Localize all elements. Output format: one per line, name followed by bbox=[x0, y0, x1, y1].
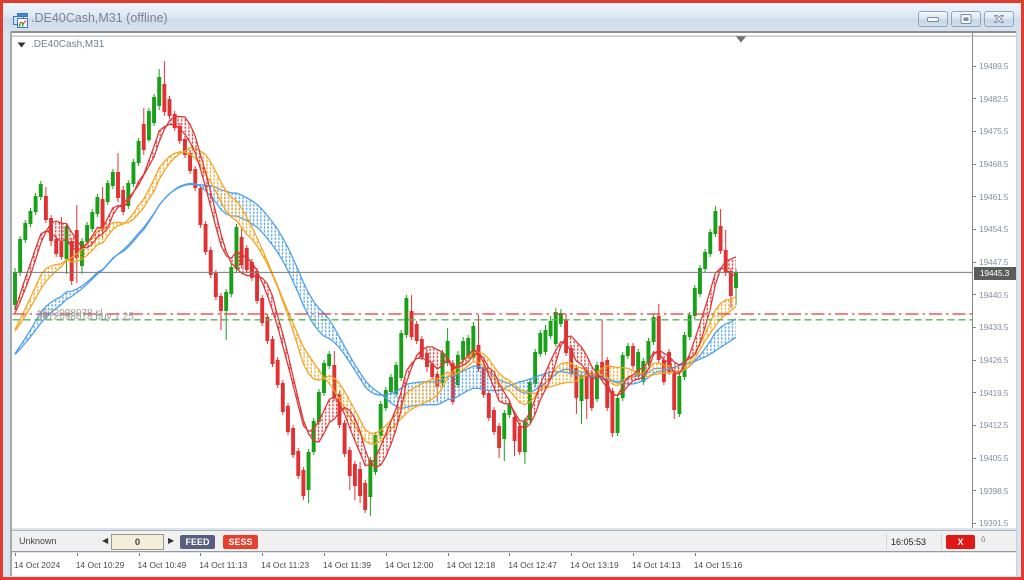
svg-text:#672098078 buy 1.25: #672098078 buy 1.25 bbox=[37, 312, 134, 323]
